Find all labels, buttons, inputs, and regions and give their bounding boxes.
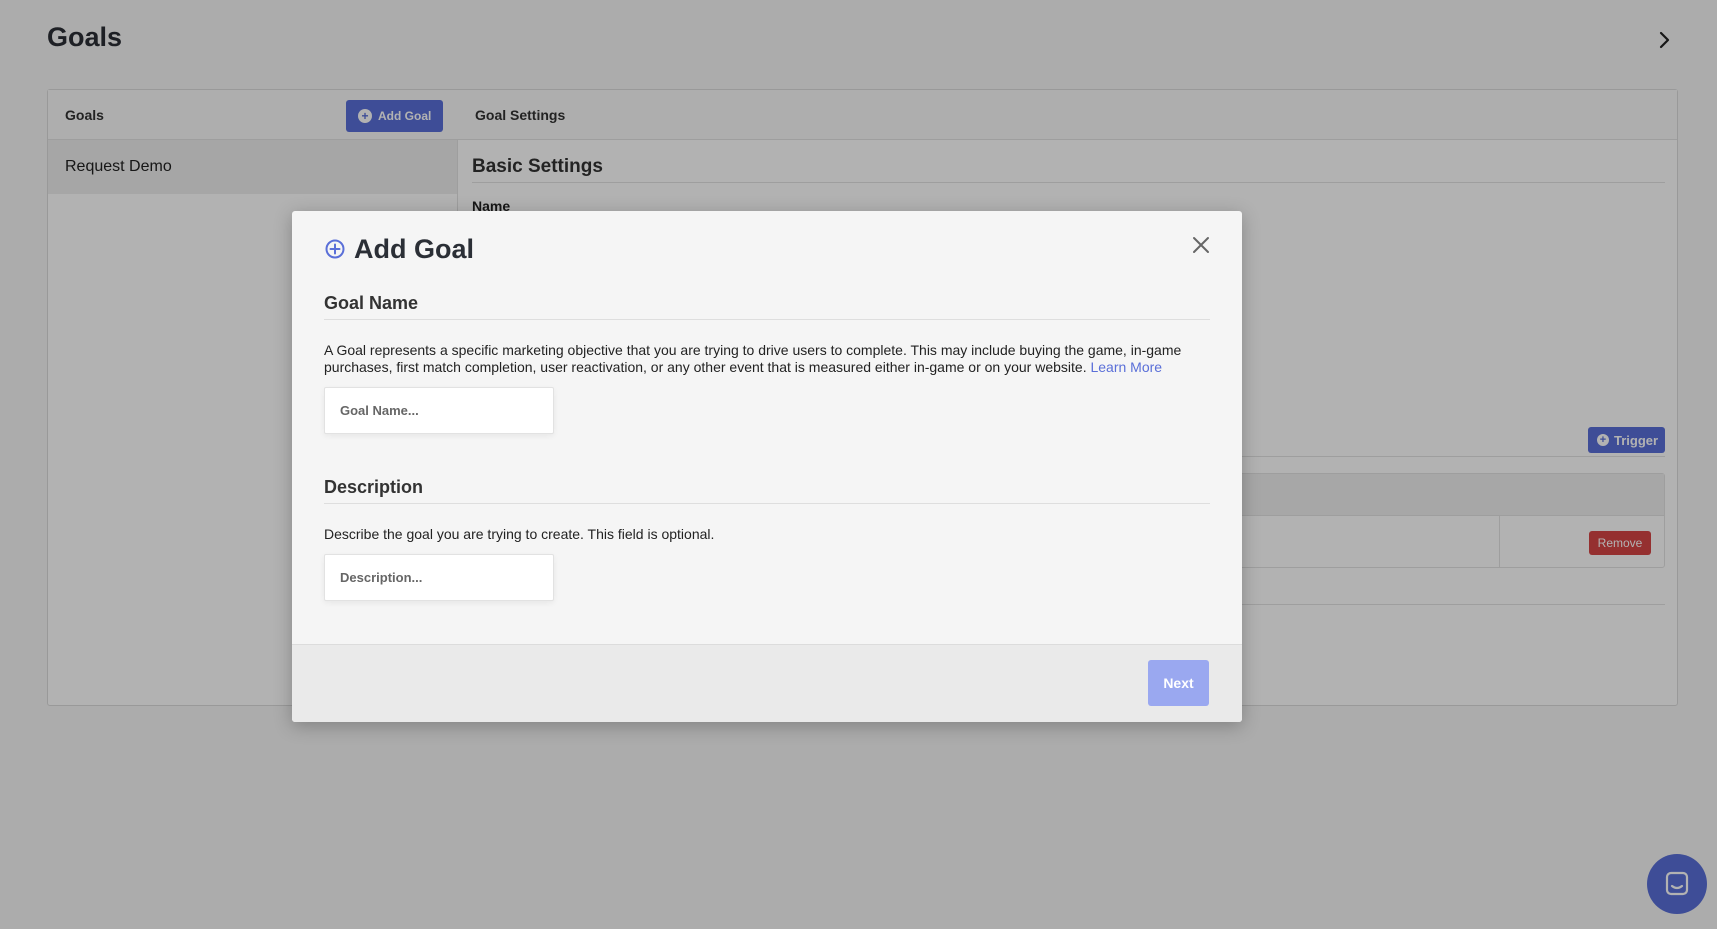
description-title: Description bbox=[324, 477, 1210, 504]
learn-more-link[interactable]: Learn More bbox=[1090, 359, 1162, 375]
modal-title: Add Goal bbox=[354, 233, 474, 264]
plus-circle-icon bbox=[325, 239, 345, 259]
goal-name-description-text: A Goal represents a specific marketing o… bbox=[324, 342, 1182, 375]
next-button[interactable]: Next bbox=[1148, 660, 1209, 706]
add-goal-modal: Add Goal Goal Name A Goal represents a s… bbox=[292, 211, 1242, 722]
description-section: Description Describe the goal you are tr… bbox=[324, 477, 1210, 601]
description-input[interactable] bbox=[324, 554, 554, 601]
close-icon[interactable] bbox=[1189, 233, 1213, 257]
modal-footer: Next bbox=[292, 644, 1242, 722]
goal-name-title: Goal Name bbox=[324, 293, 1210, 320]
goal-name-section: Goal Name A Goal represents a specific m… bbox=[324, 293, 1210, 434]
goal-name-input[interactable] bbox=[324, 387, 554, 434]
modal-header: Add Goal bbox=[324, 231, 474, 267]
goal-name-description: A Goal represents a specific marketing o… bbox=[324, 342, 1210, 376]
description-help-text: Describe the goal you are trying to crea… bbox=[324, 526, 715, 542]
